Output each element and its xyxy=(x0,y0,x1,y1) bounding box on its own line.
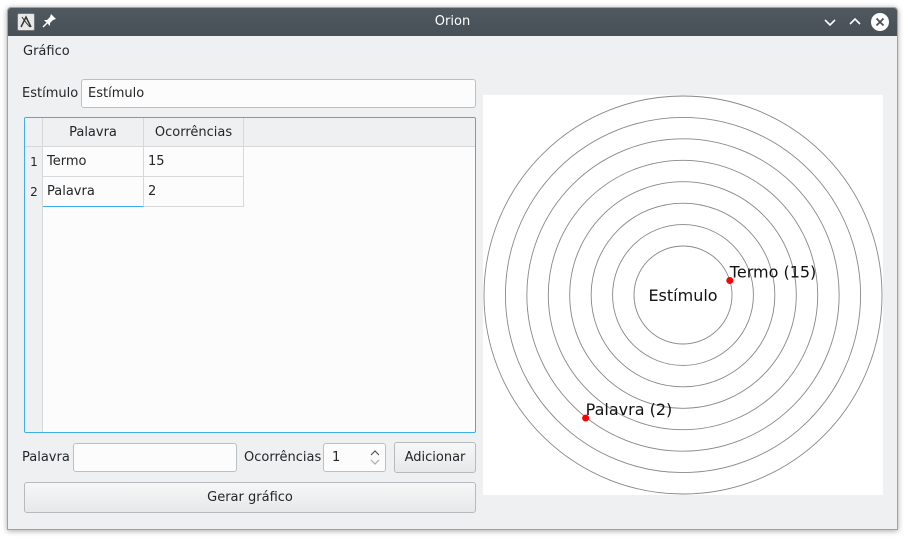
maximize-button[interactable] xyxy=(845,12,865,32)
chart-area: Estímulo Termo (15) Palavra (2) xyxy=(483,95,883,495)
cell-palavra[interactable]: Termo xyxy=(43,147,144,177)
ocorrencias-label: Ocorrências xyxy=(244,450,322,465)
add-button[interactable]: Adicionar xyxy=(394,442,476,473)
chart-point-label: Termo (15) xyxy=(729,263,817,282)
target-chart: Estímulo Termo (15) Palavra (2) xyxy=(483,95,883,495)
stimulus-input-value: Estímulo xyxy=(88,86,145,101)
stimulus-label: Estímulo xyxy=(22,86,79,101)
header-palavra[interactable]: Palavra xyxy=(43,118,144,147)
minimize-button[interactable] xyxy=(820,12,840,32)
ocorrencias-value: 1 xyxy=(332,450,341,465)
cell-ocorrencias[interactable]: 15 xyxy=(144,147,244,177)
cell-palavra[interactable]: Palavra xyxy=(43,177,144,207)
ocorrencias-spinbox[interactable]: 1 xyxy=(323,443,386,472)
menu-grafico[interactable]: Gráfico xyxy=(21,44,72,59)
row-number[interactable]: 2 xyxy=(25,177,43,207)
stimulus-input[interactable]: Estímulo xyxy=(81,79,476,108)
close-button[interactable] xyxy=(870,12,890,32)
words-table[interactable]: Palavra Ocorrências 1 Termo 15 2 Palavra… xyxy=(24,117,476,433)
chart-point-label: Palavra (2) xyxy=(586,400,673,419)
window-title: Orion xyxy=(434,14,471,29)
main-window: Orion Gráfico Estímulo Estímulo Palavra … xyxy=(7,7,898,530)
table-corner xyxy=(25,118,43,147)
generate-chart-button[interactable]: Gerar gráfico xyxy=(24,482,476,513)
header-ocorrencias[interactable]: Ocorrências xyxy=(144,118,244,147)
chart-center-label: Estímulo xyxy=(648,286,717,305)
row-number[interactable]: 1 xyxy=(25,147,43,177)
palavra-input[interactable] xyxy=(73,443,237,472)
title-bar: Orion xyxy=(8,8,897,36)
cell-ocorrencias[interactable]: 2 xyxy=(144,177,244,207)
menu-bar: Gráfico xyxy=(8,36,897,66)
spin-arrows-icon[interactable] xyxy=(368,446,382,469)
palavra-label: Palavra xyxy=(22,450,70,465)
